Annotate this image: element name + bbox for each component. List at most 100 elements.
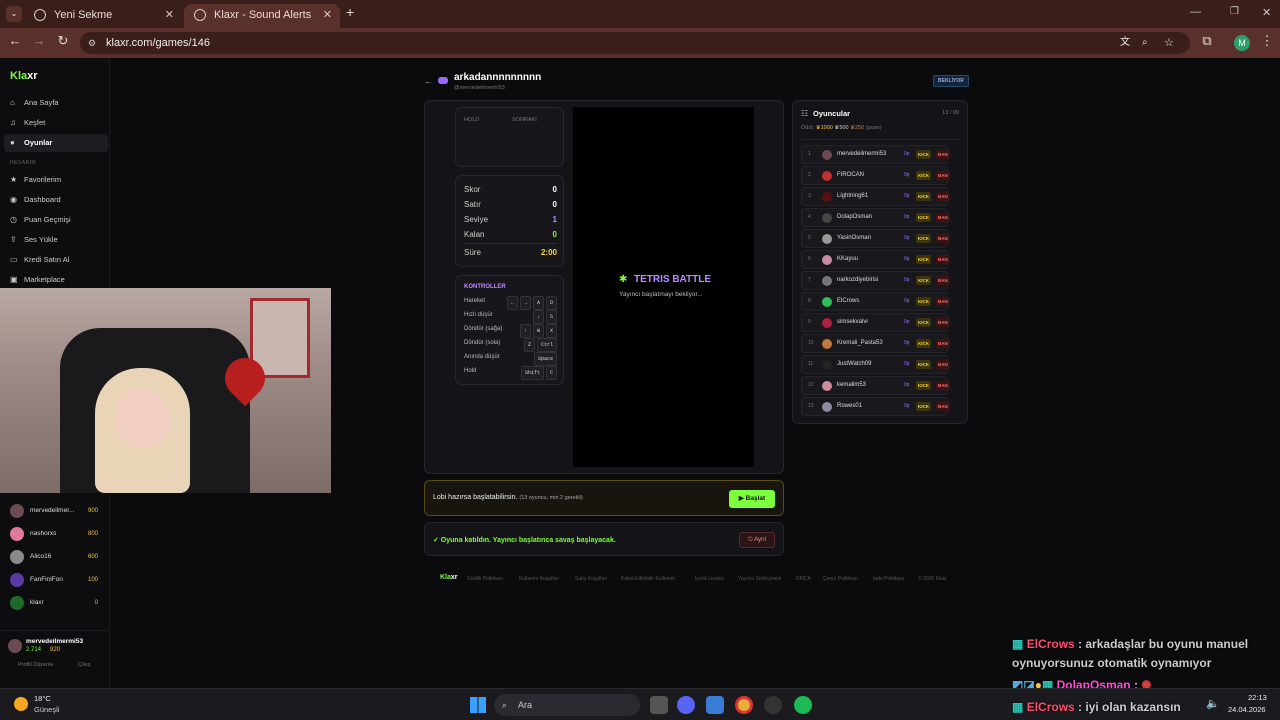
leaderboard-item[interactable]: nashorxs 800 (4, 523, 104, 545)
close-window-icon[interactable]: ✕ (1262, 6, 1271, 19)
kick-button[interactable]: KICK (916, 276, 931, 285)
volume-icon[interactable]: 🔈 (1206, 697, 1220, 710)
profile-avatar[interactable]: M (1234, 35, 1250, 51)
ban-button[interactable]: BAN (936, 381, 950, 390)
kick-button[interactable]: KICK (916, 234, 931, 243)
kick-button[interactable]: KICK (916, 318, 931, 327)
kick-button[interactable]: KICK (916, 150, 931, 159)
footer-link[interactable]: Çerez Politikası (823, 576, 858, 582)
player-rank: 7 (808, 277, 811, 283)
footer-link[interactable]: Gizlilik Politikası (467, 576, 503, 582)
kick-button[interactable]: KICK (916, 360, 931, 369)
obs-icon[interactable] (764, 696, 782, 714)
sidebar-item-dashboard[interactable]: ◉ Dashboard (4, 191, 108, 209)
footer-logo[interactable]: Klaxr (440, 574, 458, 581)
kick-button[interactable]: KICK (916, 192, 931, 201)
restore-icon[interactable]: ❐ (1230, 6, 1239, 17)
discord-icon[interactable] (677, 696, 695, 714)
sidebar-item-home[interactable]: ⌂ Ana Sayfa (4, 94, 108, 112)
close-icon[interactable]: ✕ (323, 4, 332, 26)
ban-button[interactable]: BAN (936, 192, 950, 201)
ban-button[interactable]: BAN (936, 339, 950, 348)
kick-button[interactable]: KICK (916, 255, 931, 264)
kick-button[interactable]: KICK (916, 381, 931, 390)
kick-button[interactable]: KICK (916, 402, 931, 411)
sidebar-item-points-history[interactable]: ◷ Puan Geçmişi (4, 211, 108, 229)
footer-link[interactable]: DMCA (796, 576, 811, 582)
chat-badge-icon: ▦ (1012, 637, 1024, 651)
forward-icon[interactable]: → (30, 33, 48, 48)
tab-new-tab[interactable]: Yeni Sekme ✕ (24, 4, 182, 28)
minimize-icon[interactable]: — (1190, 6, 1201, 18)
footer-link[interactable]: İçerik Lisansı (695, 576, 724, 582)
weather-temp[interactable]: 18°C (34, 694, 51, 703)
weather-desc[interactable]: Güneşli (34, 705, 59, 714)
footer-link[interactable]: Kullanım Koşulları (519, 576, 559, 582)
clock-date[interactable]: 24.04.2026 (1228, 705, 1266, 714)
taskbar-search[interactable]: ⌕ Ara (494, 694, 640, 716)
player-rank: 10 (808, 340, 814, 346)
back-icon[interactable]: ← (6, 33, 24, 48)
tab-search-button[interactable]: ⌄ (6, 6, 22, 22)
sidebar-item-games[interactable]: ● Oyunlar (4, 134, 108, 152)
ban-button[interactable]: BAN (936, 255, 950, 264)
ban-button[interactable]: BAN (936, 171, 950, 180)
leave-button[interactable]: ⎋ Ayrıl (739, 532, 775, 548)
divider (801, 139, 961, 140)
ban-button[interactable]: BAN (936, 360, 950, 369)
translate-icon[interactable]: 文 (1120, 32, 1130, 54)
clock-time[interactable]: 22:13 (1248, 693, 1267, 702)
logout-link[interactable]: Çıkış (78, 662, 91, 668)
leaderboard-item[interactable]: Alico16 600 (4, 546, 104, 568)
kick-button[interactable]: KICK (916, 297, 931, 306)
footer-link[interactable]: Satış Koşulları (575, 576, 607, 582)
ban-button[interactable]: BAN (936, 234, 950, 243)
player-points: 0p (904, 214, 910, 220)
profile-edit-link[interactable]: Profili Düzenle (18, 662, 53, 668)
footer-link[interactable]: Yayıncı Sözleşmesi (738, 576, 781, 582)
reload-icon[interactable]: ↻ (54, 33, 72, 49)
ban-button[interactable]: BAN (936, 402, 950, 411)
dashboard-icon: ◉ (10, 195, 17, 204)
sidebar-item-buy-credits[interactable]: ▭ Kredi Satın Al (4, 251, 108, 269)
tab-klaxr[interactable]: Klaxr - Sound Alerts ✕ (184, 4, 340, 28)
back-arrow-icon[interactable]: ← (424, 76, 433, 86)
weather-icon[interactable] (14, 697, 28, 711)
footer-link[interactable]: Kabul Edilebilir Kullanım (621, 576, 675, 582)
menu-icon[interactable]: ⋮ (1258, 33, 1276, 49)
windows-start-icon[interactable] (470, 697, 486, 713)
zoom-icon[interactable]: ⌕ (1142, 32, 1148, 54)
control-row: Hızlı düşür ↓ S (464, 310, 557, 324)
chrome-icon[interactable] (735, 696, 753, 714)
kick-button[interactable]: KICK (916, 171, 931, 180)
sidebar-item-upload[interactable]: ⇪ Ses Yükle (4, 231, 108, 249)
avatar (10, 504, 24, 518)
close-icon[interactable]: ✕ (165, 4, 174, 26)
site-info-icon[interactable]: ⚙ (88, 32, 96, 54)
leaderboard-item[interactable]: mervedeilmer... 900 (4, 500, 104, 522)
logo[interactable]: Klaxr (10, 70, 38, 82)
extensions-icon[interactable]: ⧉ (1198, 33, 1216, 49)
game-board[interactable]: ✱ TETRIS BATTLE Yayıncı başlatmayı bekli… (573, 107, 754, 467)
bookmark-star-icon[interactable]: ☆ (1164, 32, 1174, 54)
new-tab-button[interactable]: + (346, 4, 354, 20)
ban-button[interactable]: BAN (936, 213, 950, 222)
ban-button[interactable]: BAN (936, 150, 950, 159)
start-button[interactable]: ▶ Başlat (729, 490, 775, 508)
ban-button[interactable]: BAN (936, 297, 950, 306)
address-bar[interactable]: ⚙ klaxr.com/games/146 文 ⌕ ☆ (80, 32, 1190, 54)
sidebar-item-marketplace[interactable]: ▣ Marketplace (4, 271, 108, 289)
player-rank: 8 (808, 298, 811, 304)
app-icon[interactable] (706, 696, 724, 714)
kick-button[interactable]: KICK (916, 339, 931, 348)
task-view-icon[interactable] (650, 696, 668, 714)
spotify-icon[interactable] (794, 696, 812, 714)
leaderboard-item[interactable]: FanFiniFon 100 (4, 569, 104, 591)
sidebar-item-favorites[interactable]: ★ Favorilerim (4, 171, 108, 189)
sidebar-item-explore[interactable]: ♫ Keşfet (4, 114, 108, 132)
ban-button[interactable]: BAN (936, 318, 950, 327)
ban-button[interactable]: BAN (936, 276, 950, 285)
leaderboard-item[interactable]: klaxr 0 (4, 592, 104, 614)
footer-link[interactable]: İade Politikası (873, 576, 904, 582)
kick-button[interactable]: KICK (916, 213, 931, 222)
